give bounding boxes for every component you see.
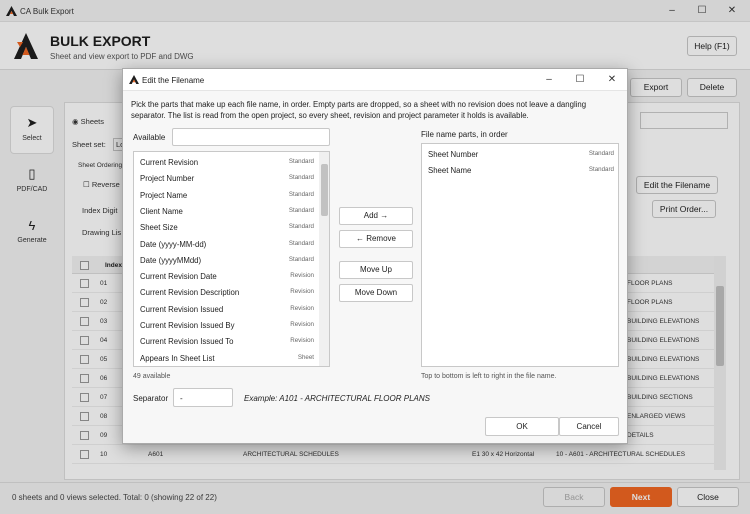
list-item-name: Current Revision bbox=[140, 158, 199, 167]
list-item-name: Appears In Sheet List bbox=[140, 353, 215, 363]
available-label: Available bbox=[133, 133, 166, 142]
available-list-item[interactable]: Current Revision Issued Revision bbox=[134, 301, 318, 317]
separator-input[interactable]: - bbox=[173, 388, 233, 407]
parts-label: File name parts, in order bbox=[421, 130, 508, 139]
list-item-name: Client Name bbox=[140, 206, 183, 216]
list-item-name: Current Revision Issued By bbox=[140, 321, 235, 330]
edit-filename-dialog: Edit the Filename – ☐ ✕ Pick the parts t… bbox=[122, 68, 628, 444]
move-down-button[interactable]: Move Down bbox=[339, 284, 413, 302]
remove-button[interactable]: ← Remove bbox=[339, 230, 413, 248]
parts-list-item[interactable]: Sheet Number Standard bbox=[422, 146, 618, 162]
available-list-item[interactable]: Current Revision Date Revision bbox=[134, 268, 318, 284]
available-list[interactable]: Current Revision Standard Project Number St… bbox=[133, 151, 330, 367]
cancel-button[interactable]: Cancel bbox=[559, 417, 619, 436]
add-button[interactable]: Add → bbox=[339, 207, 413, 225]
list-item-category: Revision bbox=[290, 288, 314, 296]
minimize-icon[interactable]: – bbox=[539, 73, 559, 87]
available-list-item[interactable]: Current Revision Issued To Revision bbox=[134, 333, 318, 349]
available-list-item[interactable]: Project Number Standard bbox=[134, 170, 318, 186]
list-item-name: Sheet Number bbox=[428, 150, 479, 159]
maximize-icon[interactable]: ☐ bbox=[570, 73, 590, 87]
available-list-item[interactable]: Sheet Size Standard bbox=[134, 219, 318, 235]
filename-example: Example: A101 - ARCHITECTURAL FLOOR PLAN… bbox=[244, 394, 430, 403]
separator-label: Separator bbox=[133, 394, 169, 403]
list-item-category: Revision bbox=[290, 321, 314, 328]
available-list-item[interactable]: Project Name Standard bbox=[134, 187, 318, 203]
list-item-category: Revision bbox=[290, 304, 314, 312]
available-list-item[interactable]: Current Revision Standard bbox=[134, 154, 318, 170]
close-icon[interactable]: ✕ bbox=[602, 73, 622, 87]
list-item-name: Sheet Size bbox=[140, 223, 178, 233]
list-item-category: Standard bbox=[288, 223, 314, 231]
list-item-name: Current Revision Description bbox=[140, 288, 240, 298]
ok-button[interactable]: OK bbox=[485, 417, 559, 436]
available-list-scrollbar-thumb[interactable] bbox=[321, 164, 328, 216]
available-list-scrollbar[interactable] bbox=[319, 152, 329, 366]
available-list-item[interactable]: Client Name Standard bbox=[134, 203, 318, 219]
list-item-name: Project Name bbox=[140, 190, 188, 200]
list-item-name: Current Revision Issued bbox=[140, 304, 224, 314]
list-item-category: Standard bbox=[288, 239, 314, 247]
available-list-item[interactable]: Current Revision Description Revision bbox=[134, 284, 318, 300]
list-item-category: Revision bbox=[290, 272, 314, 280]
move-up-button[interactable]: Move Up bbox=[339, 261, 413, 279]
list-item-category: Standard bbox=[288, 174, 314, 182]
dialog-body: Pick the parts that make up each file na… bbox=[123, 91, 627, 443]
parts-hint: Top to bottom is left to right in the fi… bbox=[421, 373, 557, 380]
parts-list[interactable]: Sheet Number Standard Sheet Name Standard bbox=[421, 143, 619, 367]
dialog-title-bar: Edit the Filename – ☐ ✕ bbox=[123, 69, 627, 91]
app-logo-icon bbox=[129, 75, 139, 84]
list-item-category: Standard bbox=[588, 150, 614, 157]
list-item-name: Current Revision Date bbox=[140, 272, 217, 282]
separator-value: - bbox=[180, 394, 183, 403]
list-item-name: Project Number bbox=[140, 174, 195, 184]
list-item-name: Date (yyyy-MM-dd) bbox=[140, 239, 207, 249]
list-item-category: Standard bbox=[288, 255, 314, 263]
list-item-name: Sheet Name bbox=[428, 166, 472, 176]
list-item-name: Current Revision Issued To bbox=[140, 337, 234, 347]
available-list-item[interactable]: Current Revision Issued By Revision bbox=[134, 317, 318, 333]
list-item-category: Sheet bbox=[297, 353, 314, 361]
available-list-item[interactable]: Date (yyyy-MM-dd) Standard bbox=[134, 236, 318, 252]
available-count: 49 available bbox=[133, 373, 171, 380]
list-item-category: Standard bbox=[288, 158, 314, 165]
list-item-category: Standard bbox=[288, 190, 314, 198]
parts-list-item[interactable]: Sheet Name Standard bbox=[422, 162, 618, 178]
available-list-item[interactable]: Date (yyyyMMdd) Standard bbox=[134, 252, 318, 268]
list-item-category: Standard bbox=[588, 166, 614, 174]
list-item-category: Revision bbox=[290, 337, 314, 345]
dialog-description: Pick the parts that make up each file na… bbox=[131, 100, 587, 120]
list-item-name: Date (yyyyMMdd) bbox=[140, 255, 202, 265]
list-item-category: Standard bbox=[288, 206, 314, 214]
dialog-title: Edit the Filename bbox=[142, 76, 205, 85]
available-search-input[interactable] bbox=[172, 128, 330, 146]
available-list-item[interactable]: Appears In Sheet List Sheet bbox=[134, 350, 318, 366]
